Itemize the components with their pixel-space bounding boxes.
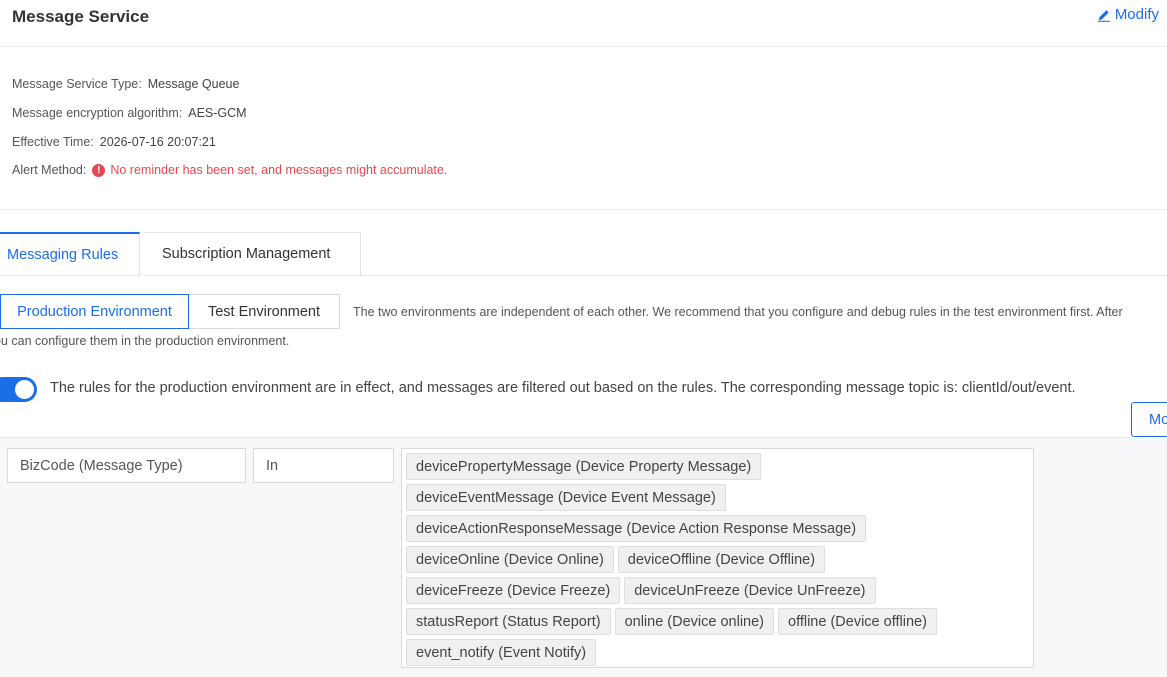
tab-subscription-management[interactable]: Subscription Management <box>144 232 361 276</box>
toggle-knob <box>15 380 34 399</box>
message-type-tag[interactable]: devicePropertyMessage (Device Property M… <box>406 453 762 480</box>
encryption-row: Message encryption algorithm: AES-GCM <box>12 99 447 128</box>
effective-time-label: Effective Time: <box>12 134 94 149</box>
tab-bar: Messaging Rules Subscription Management <box>0 232 361 276</box>
message-type-tag[interactable]: deviceOffline (Device Offline) <box>617 546 826 573</box>
alert-method-label: Alert Method: <box>12 163 87 178</box>
service-type-label: Message Service Type: <box>12 77 142 92</box>
message-type-tag[interactable]: event_notify (Event Notify) <box>406 639 597 666</box>
message-type-tag[interactable]: deviceActionResponseMessage (Device Acti… <box>406 515 867 542</box>
message-type-tag[interactable]: statusReport (Status Report) <box>406 608 611 635</box>
tag-row: deviceOnline (Device Online) deviceOfflin… <box>406 546 1029 573</box>
rule-values-box[interactable]: devicePropertyMessage (Device Property M… <box>401 448 1034 668</box>
page-header: Message Service Modify <box>0 0 1167 47</box>
tag-row: deviceEventMessage (Device Event Message… <box>406 484 1029 511</box>
modify-button[interactable]: Modify <box>1097 6 1159 23</box>
effective-time-value: 2026-07-16 20:07:21 <box>99 134 216 149</box>
rules-status-text: The rules for the production environment… <box>50 380 1076 396</box>
message-type-tag[interactable]: deviceFreeze (Device Freeze) <box>406 577 621 604</box>
production-environment-button[interactable]: Production Environment <box>0 294 189 329</box>
tag-row: statusReport (Status Report) online (Devi… <box>406 608 1029 635</box>
alert-circle-icon: ! <box>92 163 106 177</box>
alert-method-row: Alert Method: ! No reminder has been set… <box>12 156 447 185</box>
encryption-value: AES-GCM <box>188 106 247 121</box>
message-type-tag[interactable]: online (Device online) <box>614 608 774 635</box>
section-divider <box>0 209 1167 210</box>
tag-row: event_notify (Event Notify) <box>406 639 1029 666</box>
service-type-row: Message Service Type: Message Queue <box>12 70 447 99</box>
test-environment-button[interactable]: Test Environment <box>189 294 340 329</box>
modify-rules-button[interactable]: Mo <box>1131 402 1167 437</box>
modify-label: Modify <box>1114 6 1159 23</box>
message-type-tag[interactable]: deviceEventMessage (Device Event Message… <box>406 484 726 511</box>
pencil-icon <box>1097 9 1110 22</box>
alert-method-value: ! No reminder has been set, and messages… <box>92 163 447 177</box>
rule-field-select[interactable]: BizCode (Message Type) <box>7 448 246 483</box>
tag-row: deviceActionResponseMessage (Device Acti… <box>406 515 1029 542</box>
tab-messaging-rules[interactable]: Messaging Rules <box>0 232 140 276</box>
tag-row: devicePropertyMessage (Device Property M… <box>406 453 1029 480</box>
environment-description-continued: ou can configure them in the production … <box>0 334 290 348</box>
rules-enabled-toggle[interactable] <box>0 377 37 402</box>
service-type-value: Message Queue <box>147 77 240 92</box>
encryption-label: Message encryption algorithm: <box>12 106 183 121</box>
message-type-tag[interactable]: deviceOnline (Device Online) <box>406 546 614 573</box>
service-info: Message Service Type: Message Queue Mess… <box>12 70 447 185</box>
message-type-tag[interactable]: deviceUnFreeze (Device UnFreeze) <box>624 577 876 604</box>
tab-bar-underline <box>360 275 1167 276</box>
message-type-tag[interactable]: offline (Device offline) <box>778 608 937 635</box>
tag-row: deviceFreeze (Device Freeze) deviceUnFree… <box>406 577 1029 604</box>
alert-message: No reminder has been set, and messages m… <box>110 163 448 178</box>
environment-description: The two environments are independent of … <box>353 305 1123 319</box>
page-title: Message Service <box>12 7 150 26</box>
rule-operator-select[interactable]: In <box>253 448 394 483</box>
effective-time-row: Effective Time: 2026-07-16 20:07:21 <box>12 127 447 156</box>
